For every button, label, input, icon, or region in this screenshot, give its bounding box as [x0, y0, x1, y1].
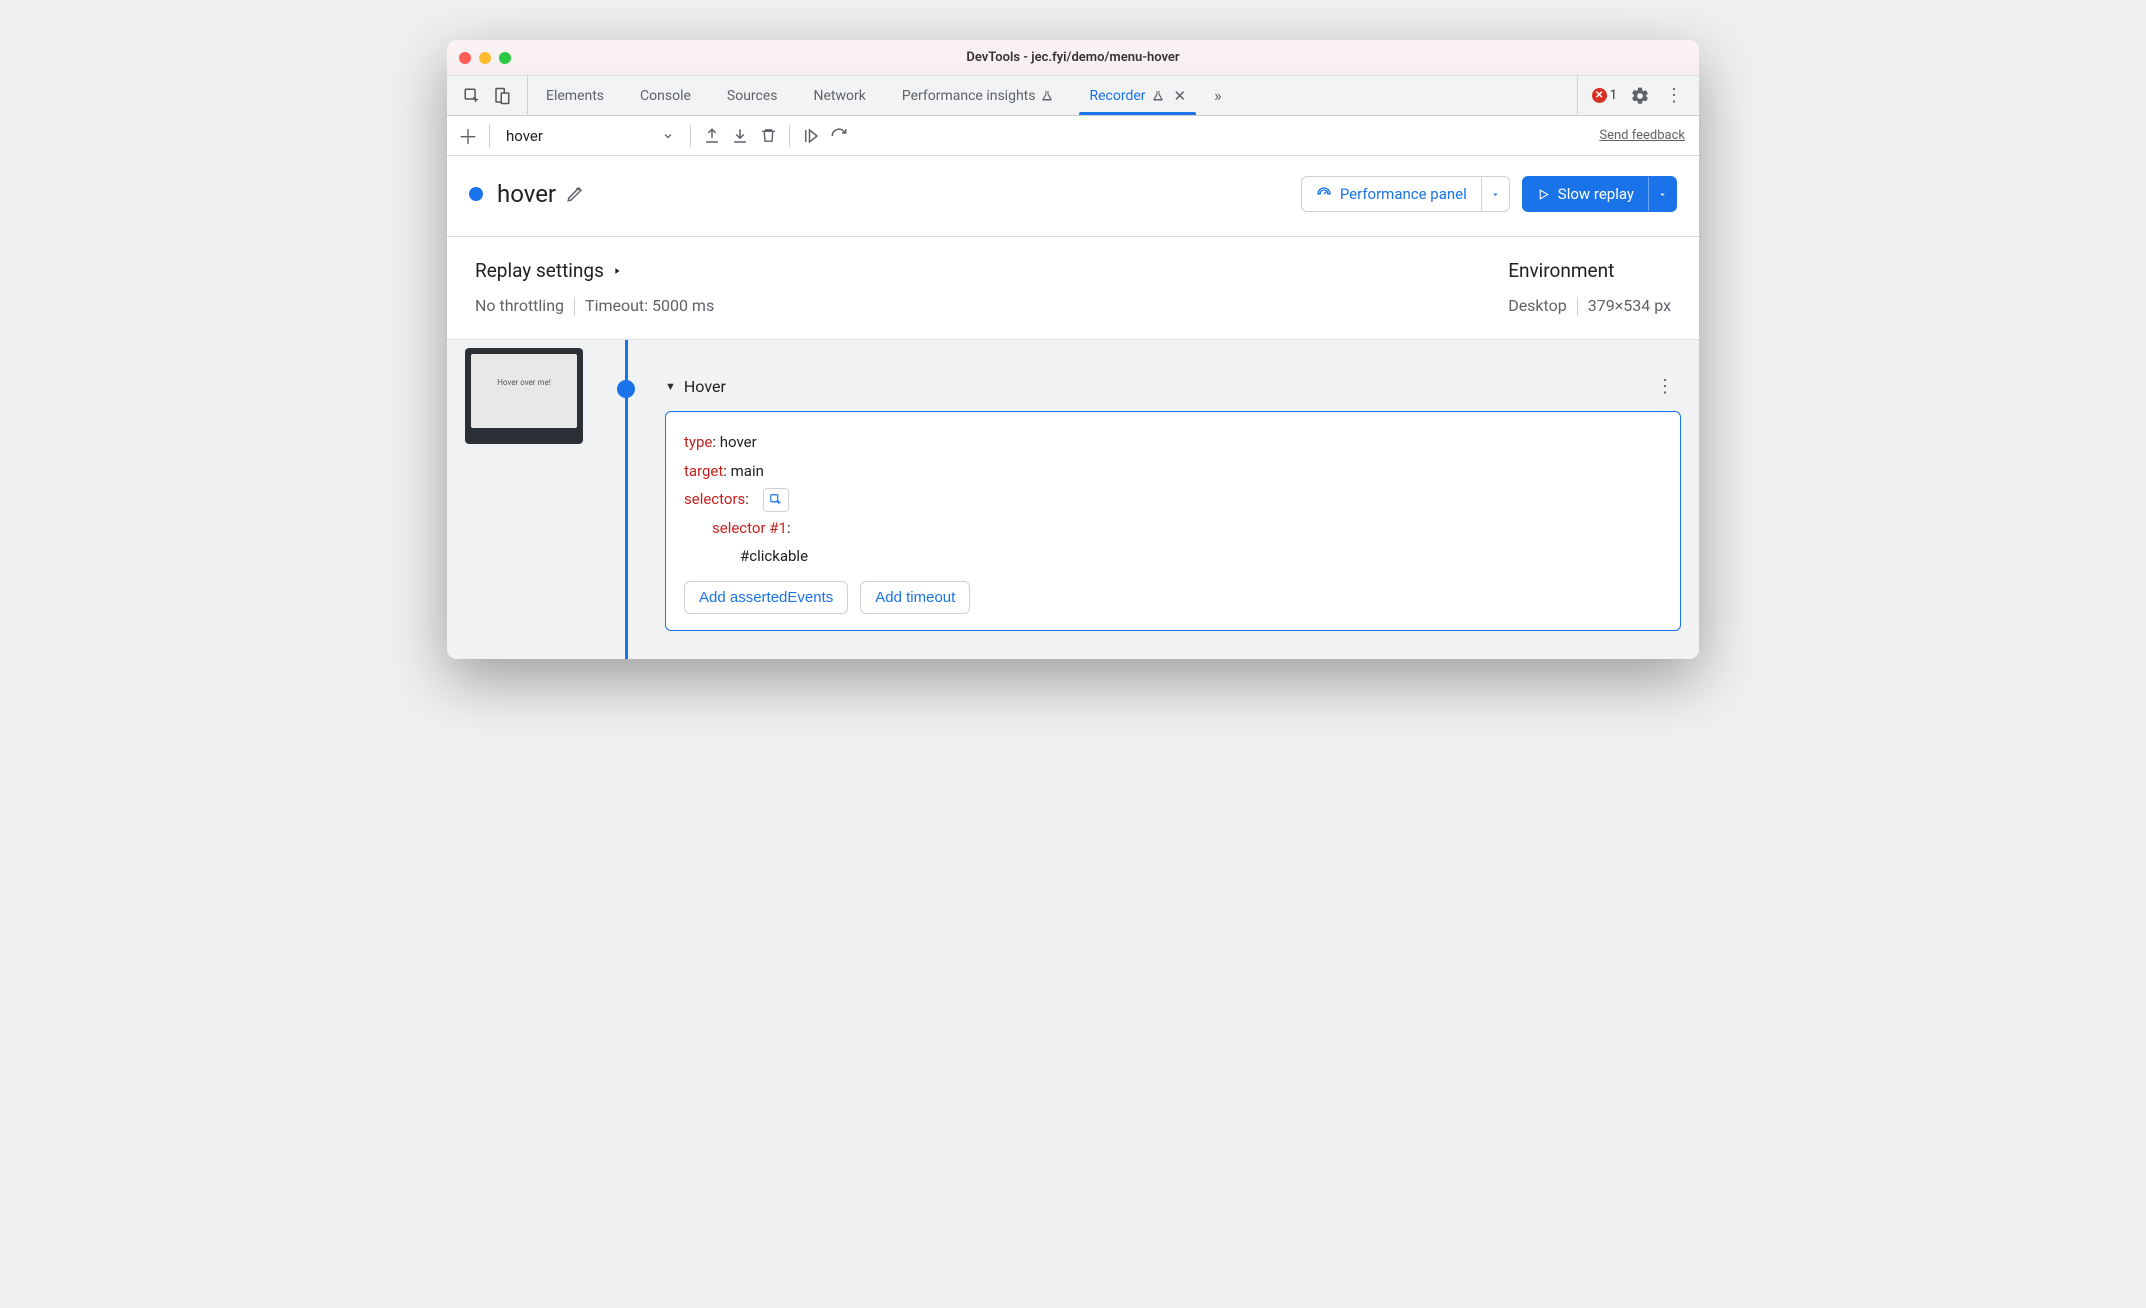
inspect-icon[interactable]	[461, 85, 483, 107]
titlebar: DevTools - jec.fyi/demo/menu-hover	[447, 40, 1699, 76]
tabbar-right: ✕ 1 ⋮	[1577, 76, 1699, 115]
chevron-double-right-icon: »	[1214, 86, 1222, 105]
step-name: Hover	[684, 377, 726, 396]
new-recording-button[interactable]: ＋	[457, 125, 479, 147]
device-label: Desktop	[1508, 296, 1567, 315]
replay-settings-toggle[interactable]: Replay settings	[475, 259, 714, 282]
step-menu-icon[interactable]: ⋮	[1656, 376, 1681, 397]
flask-icon	[1152, 89, 1164, 103]
more-tabs-button[interactable]: »	[1204, 76, 1232, 115]
maximize-window-button[interactable]	[499, 52, 511, 64]
device-toggle-icon[interactable]	[491, 85, 513, 107]
error-icon: ✕	[1592, 88, 1607, 103]
gauge-icon	[1316, 186, 1332, 202]
element-picker-button[interactable]	[763, 488, 789, 512]
caret-right-icon	[612, 265, 622, 277]
timeout-label: Timeout: 5000 ms	[585, 296, 714, 315]
tab-network[interactable]: Network	[796, 76, 884, 115]
add-timeout-button[interactable]: Add timeout	[860, 581, 970, 614]
flask-icon	[1041, 89, 1053, 103]
tab-recorder[interactable]: Recorder ✕	[1071, 76, 1204, 115]
close-tab-icon[interactable]: ✕	[1174, 87, 1187, 105]
settings-icon[interactable]	[1629, 85, 1651, 107]
tabbar-left	[447, 76, 528, 115]
throttling-label: No throttling	[475, 296, 564, 315]
slow-replay-dropdown[interactable]	[1648, 177, 1676, 211]
slow-replay-button[interactable]: Slow replay	[1522, 176, 1677, 212]
step-actions: Add assertedEvents Add timeout	[684, 581, 1662, 614]
environment-title: Environment	[1508, 259, 1671, 282]
play-icon	[1537, 188, 1550, 201]
redo-icon[interactable]	[828, 125, 850, 147]
performance-panel-dropdown[interactable]	[1481, 177, 1509, 211]
close-window-button[interactable]	[459, 52, 471, 64]
step-detail-panel: type: hover target: main selectors: sele…	[665, 411, 1681, 631]
viewport-label: 379×534 px	[1588, 296, 1671, 315]
window-title: DevTools - jec.fyi/demo/menu-hover	[447, 50, 1699, 65]
tab-bar: Elements Console Sources Network Perform…	[447, 76, 1699, 116]
tab-sources[interactable]: Sources	[709, 76, 796, 115]
thumbnail-content: Hover over me!	[471, 354, 577, 428]
step-thumbnail[interactable]: Hover over me!	[465, 348, 583, 444]
tab-console[interactable]: Console	[622, 76, 709, 115]
chevron-down-icon	[662, 130, 674, 142]
recording-title: hover	[497, 180, 556, 208]
tab-performance-insights[interactable]: Performance insights	[884, 76, 1072, 115]
delete-icon[interactable]	[757, 125, 779, 147]
caret-down-icon: ▼	[665, 380, 676, 393]
header-actions: Performance panel Slow replay	[1301, 176, 1677, 212]
timeline-node[interactable]	[617, 380, 635, 398]
traffic-lights	[459, 52, 511, 64]
export-icon[interactable]	[701, 125, 723, 147]
step-header[interactable]: ▼ Hover ⋮	[665, 376, 1681, 397]
minimize-window-button[interactable]	[479, 52, 491, 64]
step-hover: ▼ Hover ⋮ type: hover target: main selec…	[665, 340, 1681, 631]
recording-status-dot	[469, 187, 483, 201]
settings-section: Replay settings No throttling Timeout: 5…	[447, 237, 1699, 339]
performance-panel-button[interactable]: Performance panel	[1301, 176, 1510, 212]
recording-selector[interactable]: hover	[500, 127, 680, 145]
panel-tabs: Elements Console Sources Network Perform…	[528, 76, 1577, 115]
devtools-window: DevTools - jec.fyi/demo/menu-hover Eleme…	[447, 40, 1699, 659]
add-asserted-events-button[interactable]: Add assertedEvents	[684, 581, 848, 614]
edit-title-icon[interactable]	[566, 185, 584, 203]
timeline: Hover over me! ▼ Hover ⋮ type: hover tar…	[447, 339, 1699, 659]
replay-settings-block: Replay settings No throttling Timeout: 5…	[475, 259, 714, 315]
environment-block: Environment Desktop 379×534 px	[1508, 259, 1671, 315]
recording-header: hover Performance panel Slow replay	[447, 156, 1699, 237]
error-count-badge[interactable]: ✕ 1	[1592, 88, 1617, 103]
recorder-toolbar: ＋ hover Send feedback	[447, 116, 1699, 156]
send-feedback-link[interactable]: Send feedback	[1599, 128, 1689, 143]
tab-elements[interactable]: Elements	[528, 76, 622, 115]
import-icon[interactable]	[729, 125, 751, 147]
step-play-icon[interactable]	[800, 125, 822, 147]
kebab-menu-icon[interactable]: ⋮	[1663, 85, 1685, 107]
